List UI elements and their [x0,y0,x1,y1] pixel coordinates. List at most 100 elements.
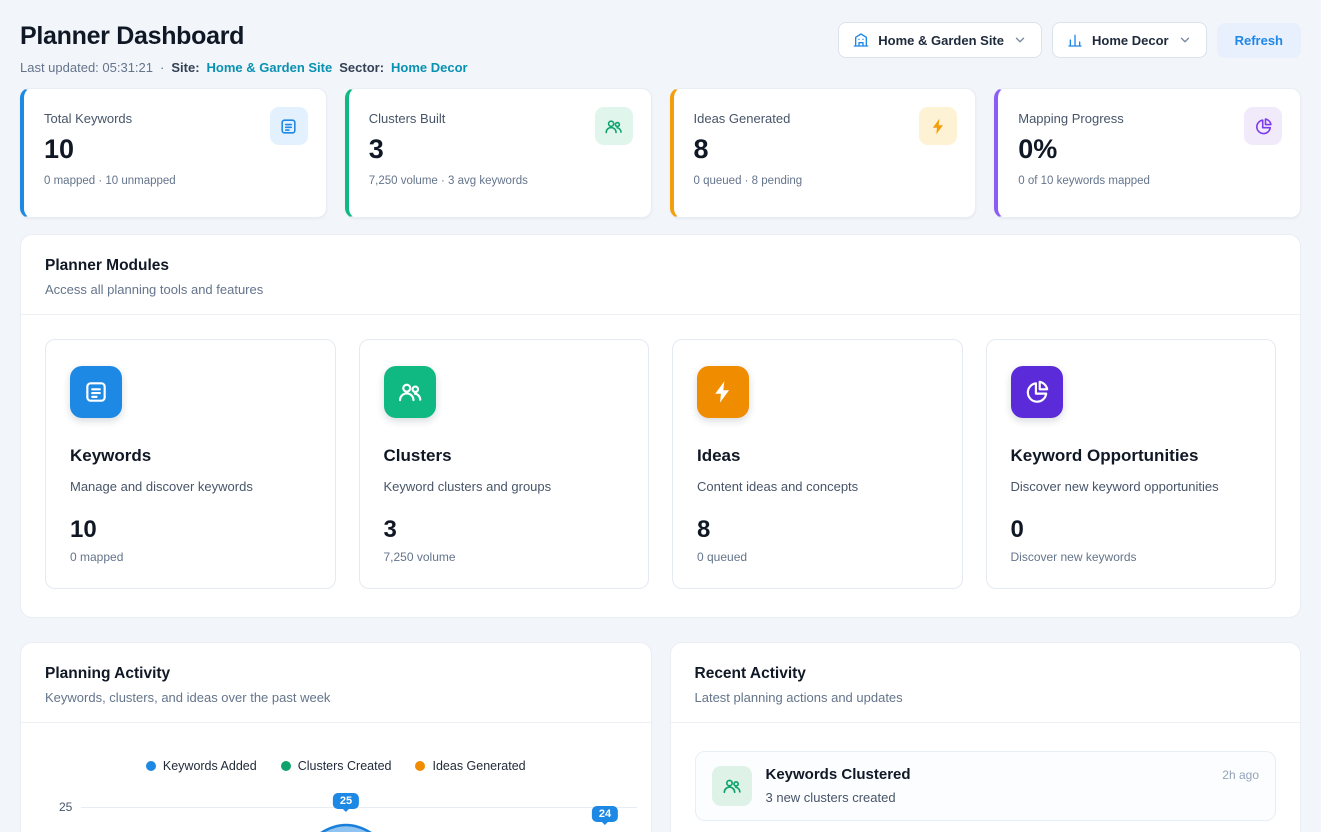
module-description: Discover new keyword opportunities [1011,479,1252,494]
bar-chart-icon [1067,32,1083,48]
module-value: 10 [70,516,311,544]
header-meta: Last updated: 05:31:21 · Site: Home & Ga… [20,60,468,75]
stat-label: Total Keywords [44,111,306,126]
stat-card-ideas-generated: Ideas Generated 8 0 queued · 8 pending [670,88,977,218]
sector-selector-value: Home Decor [1092,33,1169,48]
bolt-icon [919,107,957,145]
legend-item-keywords-added: Keywords Added [146,759,257,773]
module-description: Content ideas and concepts [697,479,938,494]
stat-value: 3 [369,134,631,165]
module-title: Keyword Opportunities [1011,446,1252,466]
activity-item-description: 3 new clusters created [766,790,1209,805]
legend-item-clusters-created: Clusters Created [281,759,392,773]
users-icon [384,366,436,418]
planner-modules-section: Planner Modules Access all planning tool… [20,234,1301,618]
module-title: Keywords [70,446,311,466]
planning-activity-title: Planning Activity [45,665,627,683]
document-icon [70,366,122,418]
planner-dashboard-page: Planner Dashboard Last updated: 05:31:21… [0,0,1321,832]
module-title: Clusters [384,446,625,466]
activity-item-title: Keywords Clustered [766,766,1209,783]
sector-link[interactable]: Home Decor [391,60,468,75]
legend-label: Ideas Generated [432,759,525,773]
planning-activity-chart: 25 25 24 [21,795,651,832]
stat-label: Mapping Progress [1018,111,1280,126]
chart-legend: Keywords Added Clusters Created Ideas Ge… [21,759,651,773]
legend-label: Clusters Created [298,759,392,773]
stat-sub: 0 queued · 8 pending [694,175,956,187]
legend-label: Keywords Added [163,759,257,773]
bottom-row: Planning Activity Keywords, clusters, an… [0,618,1321,832]
module-card-keywords[interactable]: Keywords Manage and discover keywords 10… [45,339,336,589]
module-card-clusters[interactable]: Clusters Keyword clusters and groups 3 7… [359,339,650,589]
stat-label: Clusters Built [369,111,631,126]
meta-separator: · [160,60,164,75]
planning-activity-header: Planning Activity Keywords, clusters, an… [21,643,651,723]
module-sub: Discover new keywords [1011,550,1252,564]
module-value: 3 [384,516,625,544]
stat-card-mapping-progress: Mapping Progress 0% 0 of 10 keywords map… [994,88,1301,218]
sector-label: Sector: [339,60,384,75]
module-card-ideas[interactable]: Ideas Content ideas and concepts 8 0 que… [672,339,963,589]
y-axis-tick: 25 [59,800,72,814]
stat-sub: 0 of 10 keywords mapped [1018,175,1280,187]
sector-selector-dropdown[interactable]: Home Decor [1052,22,1207,58]
site-label: Site: [171,60,199,75]
stat-card-clusters-built: Clusters Built 3 7,250 volume · 3 avg ke… [345,88,652,218]
building-icon [853,32,869,48]
module-value: 8 [697,516,938,544]
header-left: Planner Dashboard Last updated: 05:31:21… [20,22,468,75]
activity-item-body: Keywords Clustered 3 new clusters create… [766,766,1209,805]
legend-dot-orange [415,761,425,771]
refresh-button[interactable]: Refresh [1217,23,1301,58]
stat-sub: 0 mapped · 10 unmapped [44,175,306,187]
document-icon [270,107,308,145]
recent-activity-panel: Recent Activity Latest planning actions … [670,642,1302,832]
planning-activity-subtitle: Keywords, clusters, and ideas over the p… [45,690,627,705]
module-description: Manage and discover keywords [70,479,311,494]
stat-label: Ideas Generated [694,111,956,126]
site-link[interactable]: Home & Garden Site [207,60,333,75]
module-sub: 7,250 volume [384,550,625,564]
stat-value: 10 [44,134,306,165]
users-icon [712,766,752,806]
activity-item-keywords-clustered[interactable]: Keywords Clustered 3 new clusters create… [695,751,1277,821]
page-title: Planner Dashboard [20,22,468,51]
modules-header: Planner Modules Access all planning tool… [21,235,1300,315]
stat-value: 0% [1018,134,1280,165]
data-point-label: 24 [592,806,618,822]
last-updated-text: Last updated: 05:31:21 [20,60,153,75]
module-card-keyword-opportunities[interactable]: Keyword Opportunities Discover new keywo… [986,339,1277,589]
legend-dot-green [281,761,291,771]
site-selector-dropdown[interactable]: Home & Garden Site [838,22,1042,58]
modules-subtitle: Access all planning tools and features [45,282,1276,297]
users-icon [595,107,633,145]
module-sub: 0 mapped [70,550,311,564]
recent-activity-title: Recent Activity [695,665,1277,683]
recent-activity-header: Recent Activity Latest planning actions … [671,643,1301,723]
module-sub: 0 queued [697,550,938,564]
header-controls: Home & Garden Site Home Decor Refresh [838,22,1301,58]
stats-row: Total Keywords 10 0 mapped · 10 unmapped… [0,75,1321,218]
recent-activity-subtitle: Latest planning actions and updates [695,690,1277,705]
legend-dot-blue [146,761,156,771]
stat-sub: 7,250 volume · 3 avg keywords [369,175,631,187]
modules-title: Planner Modules [45,257,1276,275]
module-title: Ideas [697,446,938,466]
pie-chart-icon [1011,366,1063,418]
pie-chart-icon [1244,107,1282,145]
planning-activity-panel: Planning Activity Keywords, clusters, an… [20,642,652,832]
stat-card-total-keywords: Total Keywords 10 0 mapped · 10 unmapped [20,88,327,218]
modules-grid: Keywords Manage and discover keywords 10… [21,315,1300,617]
chevron-down-icon [1013,33,1027,47]
legend-item-ideas-generated: Ideas Generated [415,759,525,773]
activity-item-timestamp: 2h ago [1222,768,1259,782]
site-selector-value: Home & Garden Site [878,33,1004,48]
chevron-down-icon [1178,33,1192,47]
data-point-label: 25 [333,793,359,809]
header: Planner Dashboard Last updated: 05:31:21… [0,0,1321,75]
module-value: 0 [1011,516,1252,544]
stat-value: 8 [694,134,956,165]
bolt-icon [697,366,749,418]
module-description: Keyword clusters and groups [384,479,625,494]
